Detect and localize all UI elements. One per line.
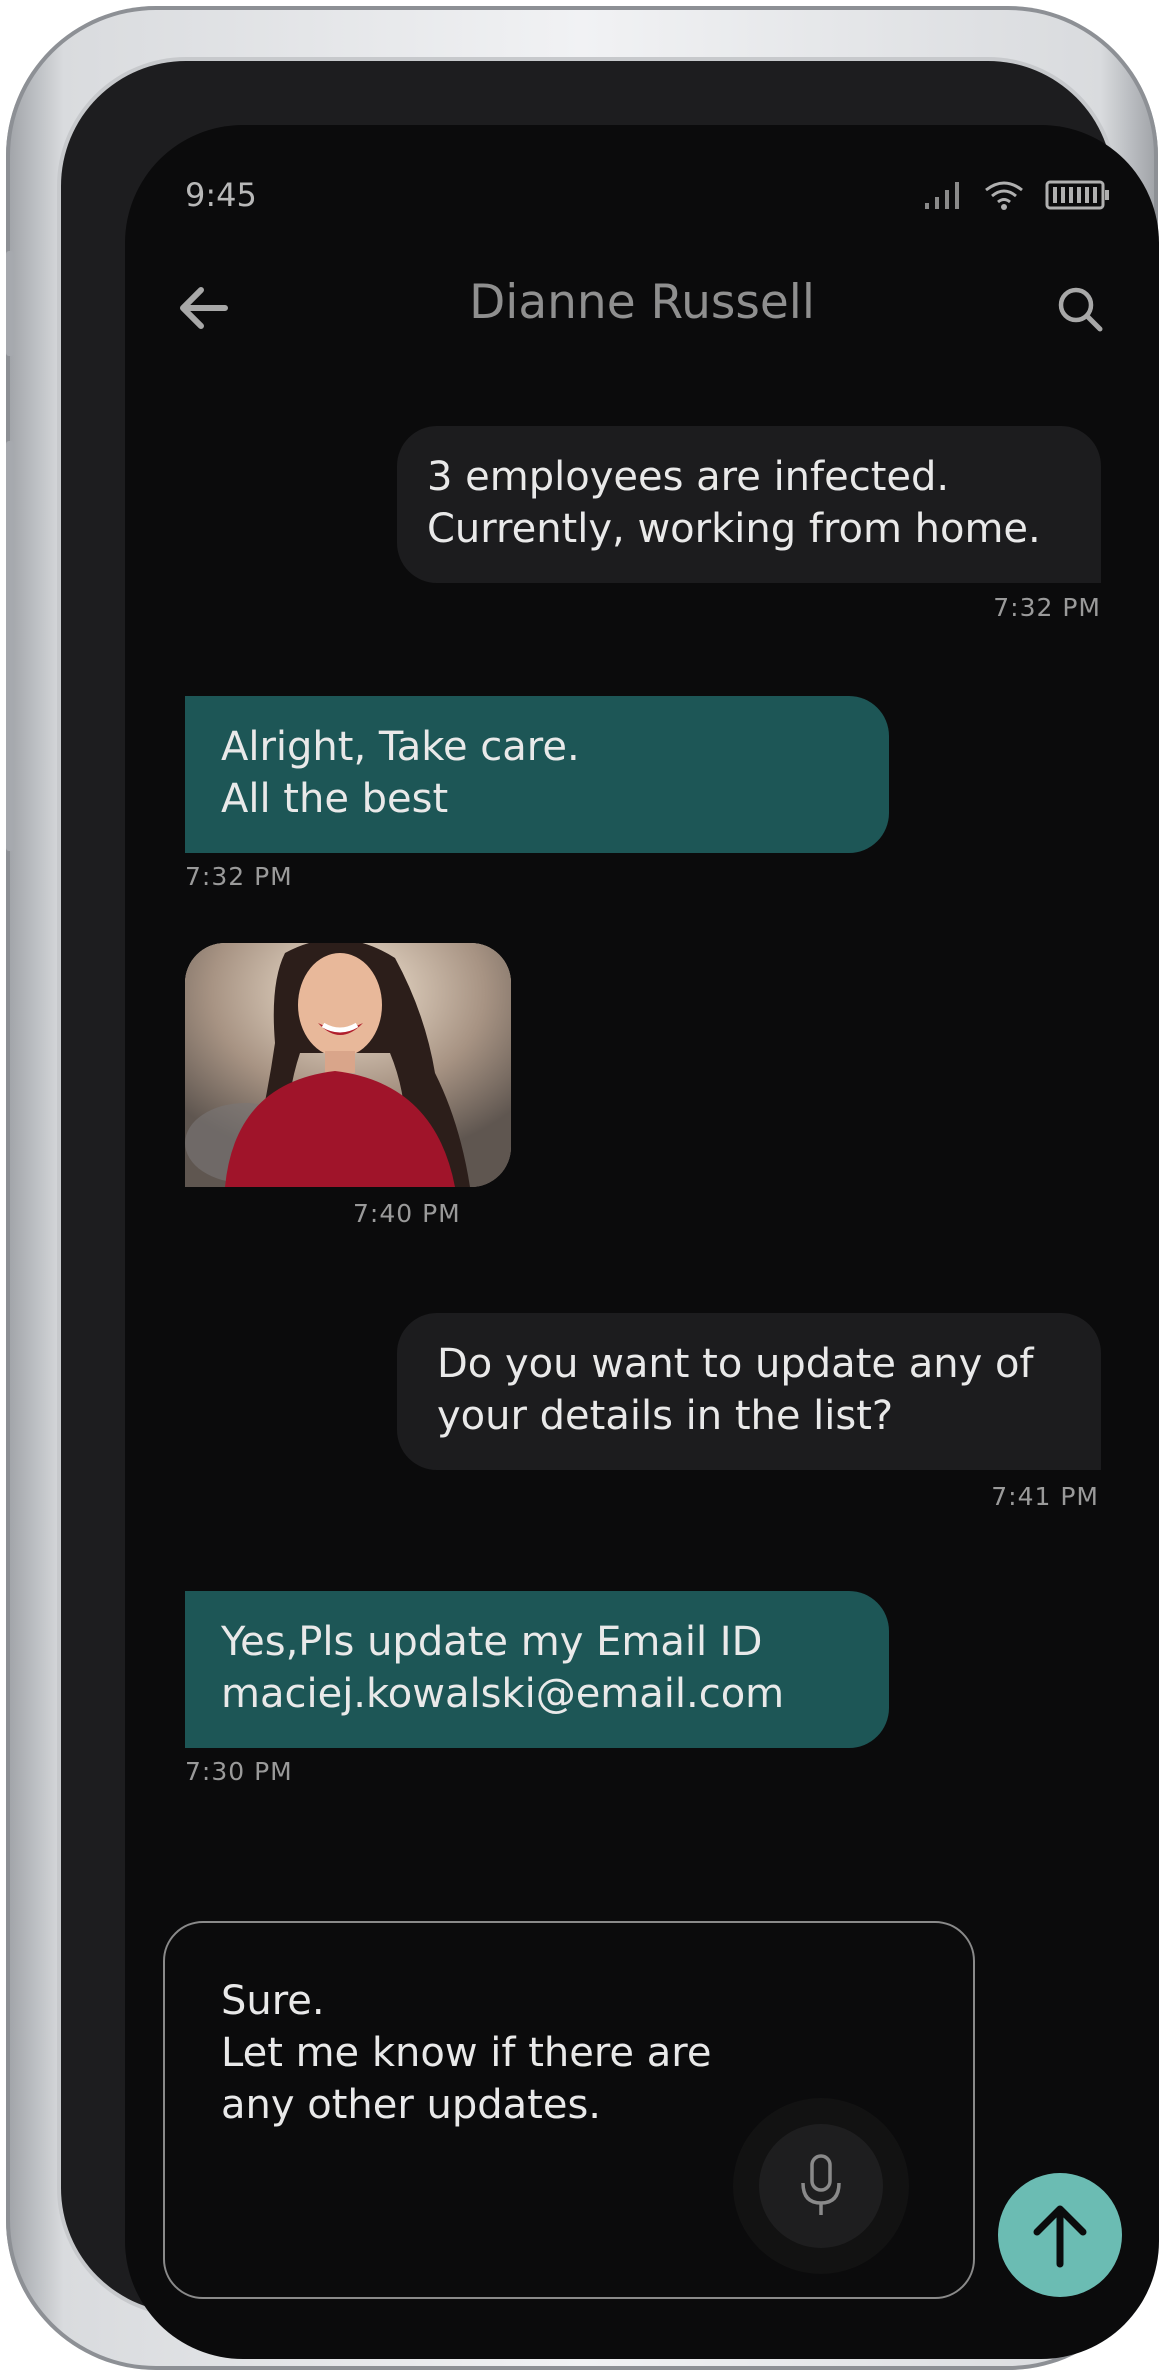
message-input-text[interactable]: Sure. Let me know if there are any other…: [221, 1975, 711, 2131]
microphone-icon: [801, 2154, 841, 2215]
search-icon[interactable]: [1055, 284, 1105, 334]
send-button[interactable]: [998, 2173, 1122, 2297]
phone-side-button: [6, 251, 14, 356]
message-time: 7:41 PM: [991, 1482, 1099, 1511]
phone-side-button: [6, 441, 14, 851]
status-icons: [923, 179, 1111, 211]
contact-name: Dianne Russell: [469, 275, 815, 330]
message-line: Yes,Pls update my Email ID: [221, 1619, 763, 1665]
message-bubble[interactable]: Do you want to update any of your detail…: [397, 1313, 1101, 1470]
battery-icon: [1045, 180, 1109, 210]
message-bubble[interactable]: Yes,Pls update my Email ID maciej.kowals…: [185, 1591, 889, 1748]
message-line: 3 employees are infected.: [427, 454, 950, 500]
signal-icon: [925, 182, 959, 209]
woman-photo: [185, 943, 511, 1187]
message-line: your details in the list?: [437, 1393, 894, 1439]
message-time: 7:30 PM: [185, 1757, 293, 1786]
phone-frame: 9:45 Dianne Russell 3 employees are infe…: [6, 6, 1159, 2370]
message-time: 7:40 PM: [353, 1199, 461, 1228]
mic-button-inner: [759, 2124, 883, 2248]
image-message[interactable]: [185, 943, 511, 1187]
wifi-icon: [985, 181, 1023, 210]
message-bubble[interactable]: 3 employees are infected. Currently, wor…: [397, 426, 1101, 583]
arrow-up-icon: [1033, 2205, 1087, 2268]
message-line: All the best: [221, 776, 449, 822]
message-time: 7:32 PM: [993, 593, 1101, 622]
message-line: Do you want to update any of: [437, 1341, 1034, 1387]
message-bubble[interactable]: Alright, Take care. All the best: [185, 696, 889, 853]
message-line: Alright, Take care.: [221, 724, 580, 770]
message-line: Currently, working from home.: [427, 506, 1041, 552]
chat-screen: 9:45 Dianne Russell 3 employees are infe…: [125, 125, 1159, 2359]
message-line: maciej.kowalski@email.com: [221, 1671, 785, 1717]
mic-button[interactable]: [733, 2098, 909, 2274]
message-time: 7:32 PM: [185, 862, 293, 891]
phone-bezel: 9:45 Dianne Russell 3 employees are infe…: [61, 61, 1159, 2359]
status-time: 9:45: [185, 176, 257, 214]
